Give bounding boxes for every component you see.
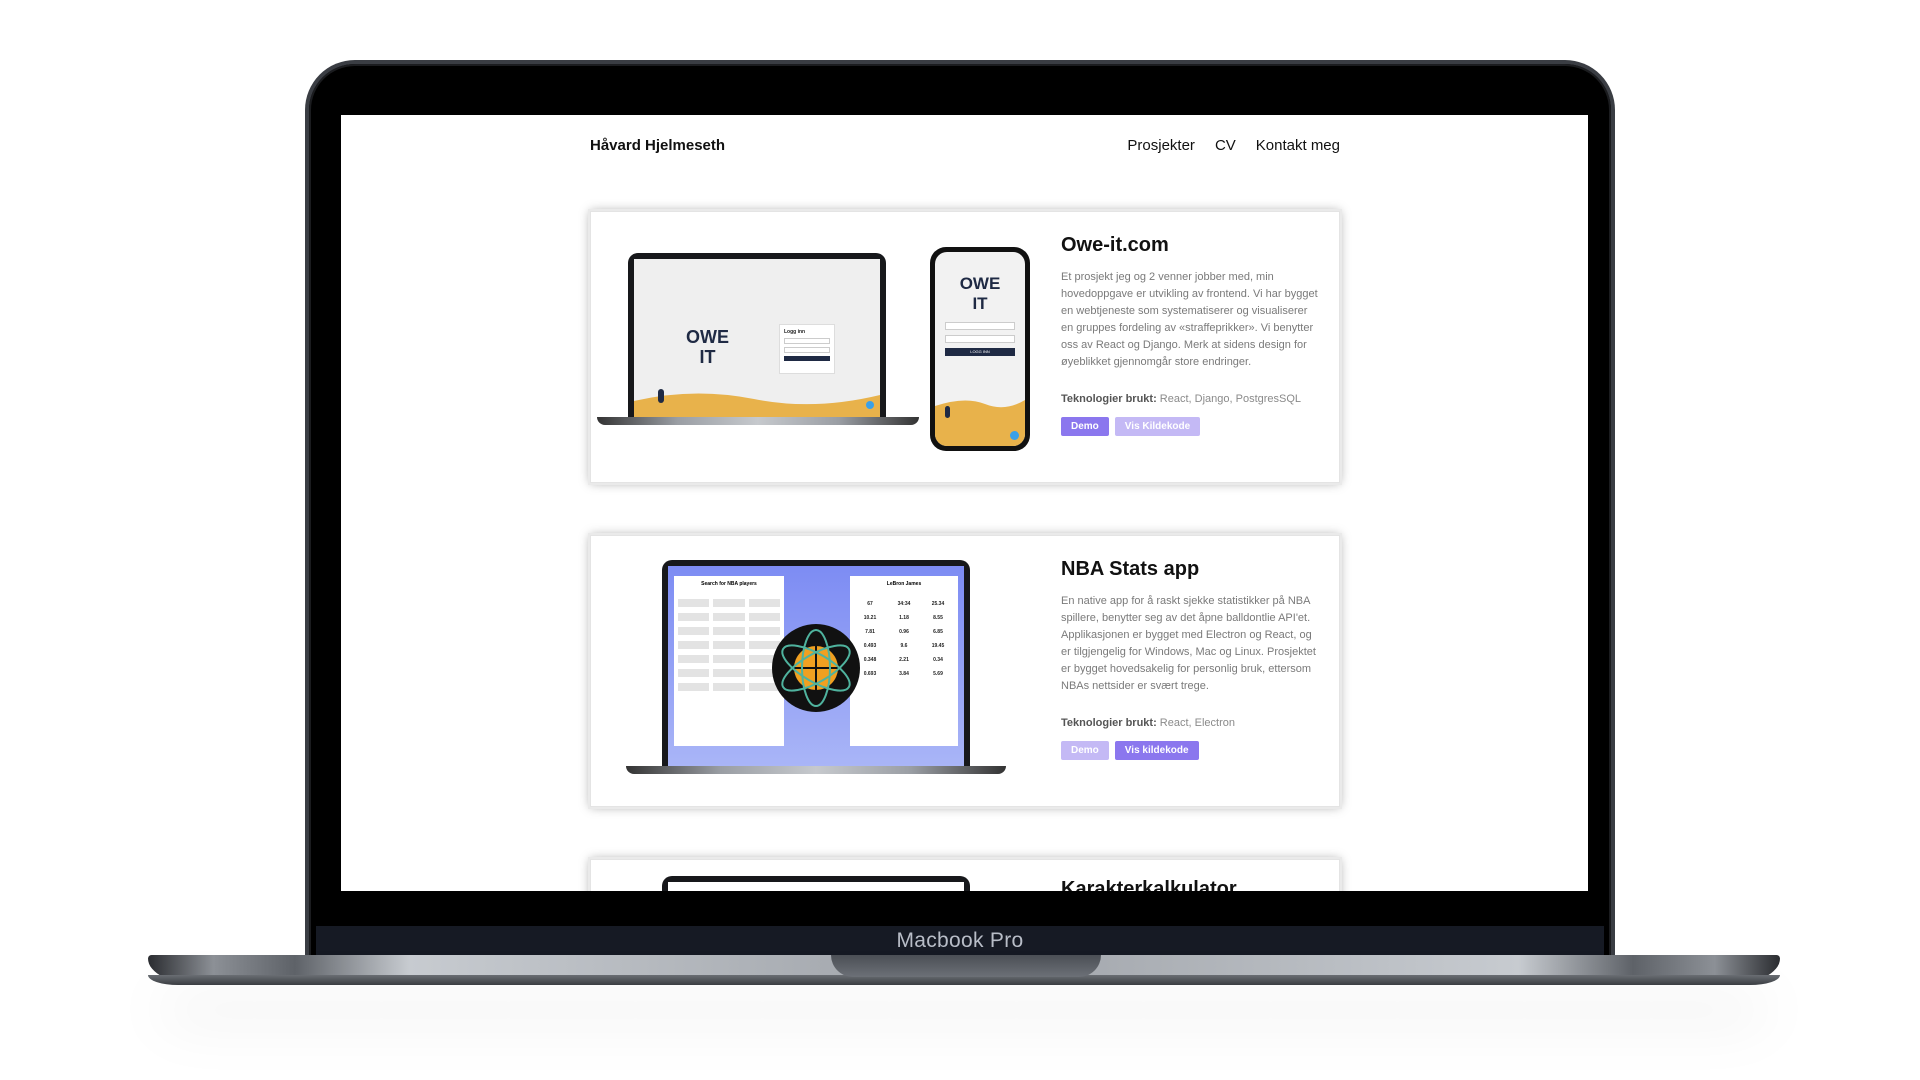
phone-owe-it-logo: OWE IT	[935, 274, 1025, 314]
source-code-button[interactable]: Vis Kildekode	[1114, 417, 1201, 436]
mock-stat: 1.18	[899, 615, 909, 621]
phone-chat-bubble-icon	[1010, 431, 1019, 440]
chat-bubble-icon	[866, 401, 874, 409]
nav-item-cv[interactable]: CV	[1215, 137, 1236, 154]
laptop-hinge-notch	[831, 955, 1101, 977]
mock-player-name: LeBron James	[886, 581, 922, 587]
project-card-nba-stats: Search for NBA players LeBron James 67 3…	[590, 535, 1340, 807]
demo-button[interactable]: Demo	[1061, 417, 1109, 436]
nav-menu: Prosjekter CV Kontakt meg	[1127, 137, 1340, 154]
mock-stat: 9.6	[900, 643, 908, 649]
mock-stat: 8.55	[933, 615, 943, 621]
mock-stat: 5.69	[933, 671, 943, 677]
site-brand[interactable]: Håvard Hjelmeseth	[590, 137, 725, 154]
nav-item-contact[interactable]: Kontakt meg	[1256, 137, 1340, 154]
mock-stat: 0.34	[933, 657, 943, 663]
laptop-chin: Macbook Pro	[316, 926, 1604, 956]
project-image-laptop: OWE IT Logg inn	[628, 253, 886, 419]
project-card-owe-it: OWE IT Logg inn OWE IT LOGG INN Owe-it.c…	[590, 211, 1340, 483]
source-code-button[interactable]: Vis kildekode	[1114, 741, 1199, 760]
tech-label: Teknologier brukt:	[1061, 393, 1157, 405]
mock-stat: 0.96	[899, 629, 909, 635]
mock-login-title: Logg inn	[784, 329, 806, 335]
project-buttons: Demo Vis Kildekode	[1061, 417, 1319, 436]
mockup-stage: Håvard Hjelmeseth Prosjekter CV Kontakt …	[0, 0, 1920, 1080]
project-description: Et prosjekt jeg og 2 venner jobber med, …	[1061, 271, 1318, 368]
logo-line-1: OWE	[686, 327, 729, 347]
tech-list: React, Electron	[1156, 717, 1236, 729]
phone-logo-line-1: OWE	[959, 274, 1001, 293]
project-image-laptop-base	[597, 417, 919, 425]
sand-wave	[634, 393, 880, 417]
site-navbar: Håvard Hjelmeseth Prosjekter CV Kontakt …	[590, 137, 1340, 154]
project-info: NBA Stats app En native app for å raskt …	[1061, 558, 1319, 760]
project-image-nba-laptop: Search for NBA players LeBron James 67 3…	[662, 560, 970, 768]
project-title: NBA Stats app	[1061, 558, 1200, 580]
demo-button[interactable]: Demo	[1061, 741, 1109, 760]
mock-search-title: Search for NBA players	[701, 581, 757, 587]
nav-item-projects[interactable]: Prosjekter	[1127, 137, 1195, 154]
phone-runner-figure	[945, 406, 950, 418]
tech-label: Teknologier brukt:	[1061, 717, 1157, 729]
project-image-laptop	[662, 876, 970, 891]
mock-stat: 19.45	[931, 643, 945, 649]
device-label: Macbook Pro	[896, 929, 1024, 952]
mock-stat: 2.21	[899, 657, 909, 663]
project-card-karakterkalkulator: Karakterkalkulator	[590, 859, 1340, 891]
project-info: Karakterkalkulator	[1061, 878, 1319, 891]
project-info: Owe-it.com Et prosjekt jeg og 2 venner j…	[1061, 234, 1319, 436]
project-image-nba-laptop-base	[626, 766, 1006, 774]
mock-stat: 34:34	[897, 601, 911, 607]
owe-it-logo: OWE IT	[686, 327, 729, 367]
tech-list: React, Django, PostgresSQL	[1156, 393, 1302, 405]
runner-figure	[658, 389, 664, 403]
mock-stat: 25.34	[931, 601, 945, 607]
phone-logo-line-2: IT	[972, 294, 988, 313]
laptop-screen: Håvard Hjelmeseth Prosjekter CV Kontakt …	[341, 115, 1588, 891]
project-title: Karakterkalkulator	[1061, 878, 1237, 891]
mock-player-panel: LeBron James 67 34:34 25.34 10.21 1.18 8…	[850, 576, 958, 746]
mock-stat: 3.84	[899, 671, 909, 677]
mock-stat: 6.85	[933, 629, 943, 635]
phone-login-button: LOGG INN	[945, 348, 1015, 356]
project-description: En native app for å raskt sjekke statist…	[1061, 595, 1316, 692]
mock-login-box: Logg inn	[779, 324, 835, 374]
mock-stat: 67	[867, 601, 873, 607]
mock-stat-grid: 67 34:34 25.34 10.21 1.18 8.55 7.81 0.96…	[854, 601, 954, 677]
project-buttons: Demo Vis kildekode	[1061, 741, 1319, 760]
logo-line-2: IT	[699, 347, 716, 367]
project-title: Owe-it.com	[1061, 234, 1169, 256]
project-tech: Teknologier brukt: React, Django, Postgr…	[1061, 393, 1319, 405]
project-image-phone: OWE IT LOGG INN	[930, 247, 1030, 451]
project-tech: Teknologier brukt: React, Electron	[1061, 717, 1319, 729]
basketball-atom-icon	[772, 624, 860, 712]
